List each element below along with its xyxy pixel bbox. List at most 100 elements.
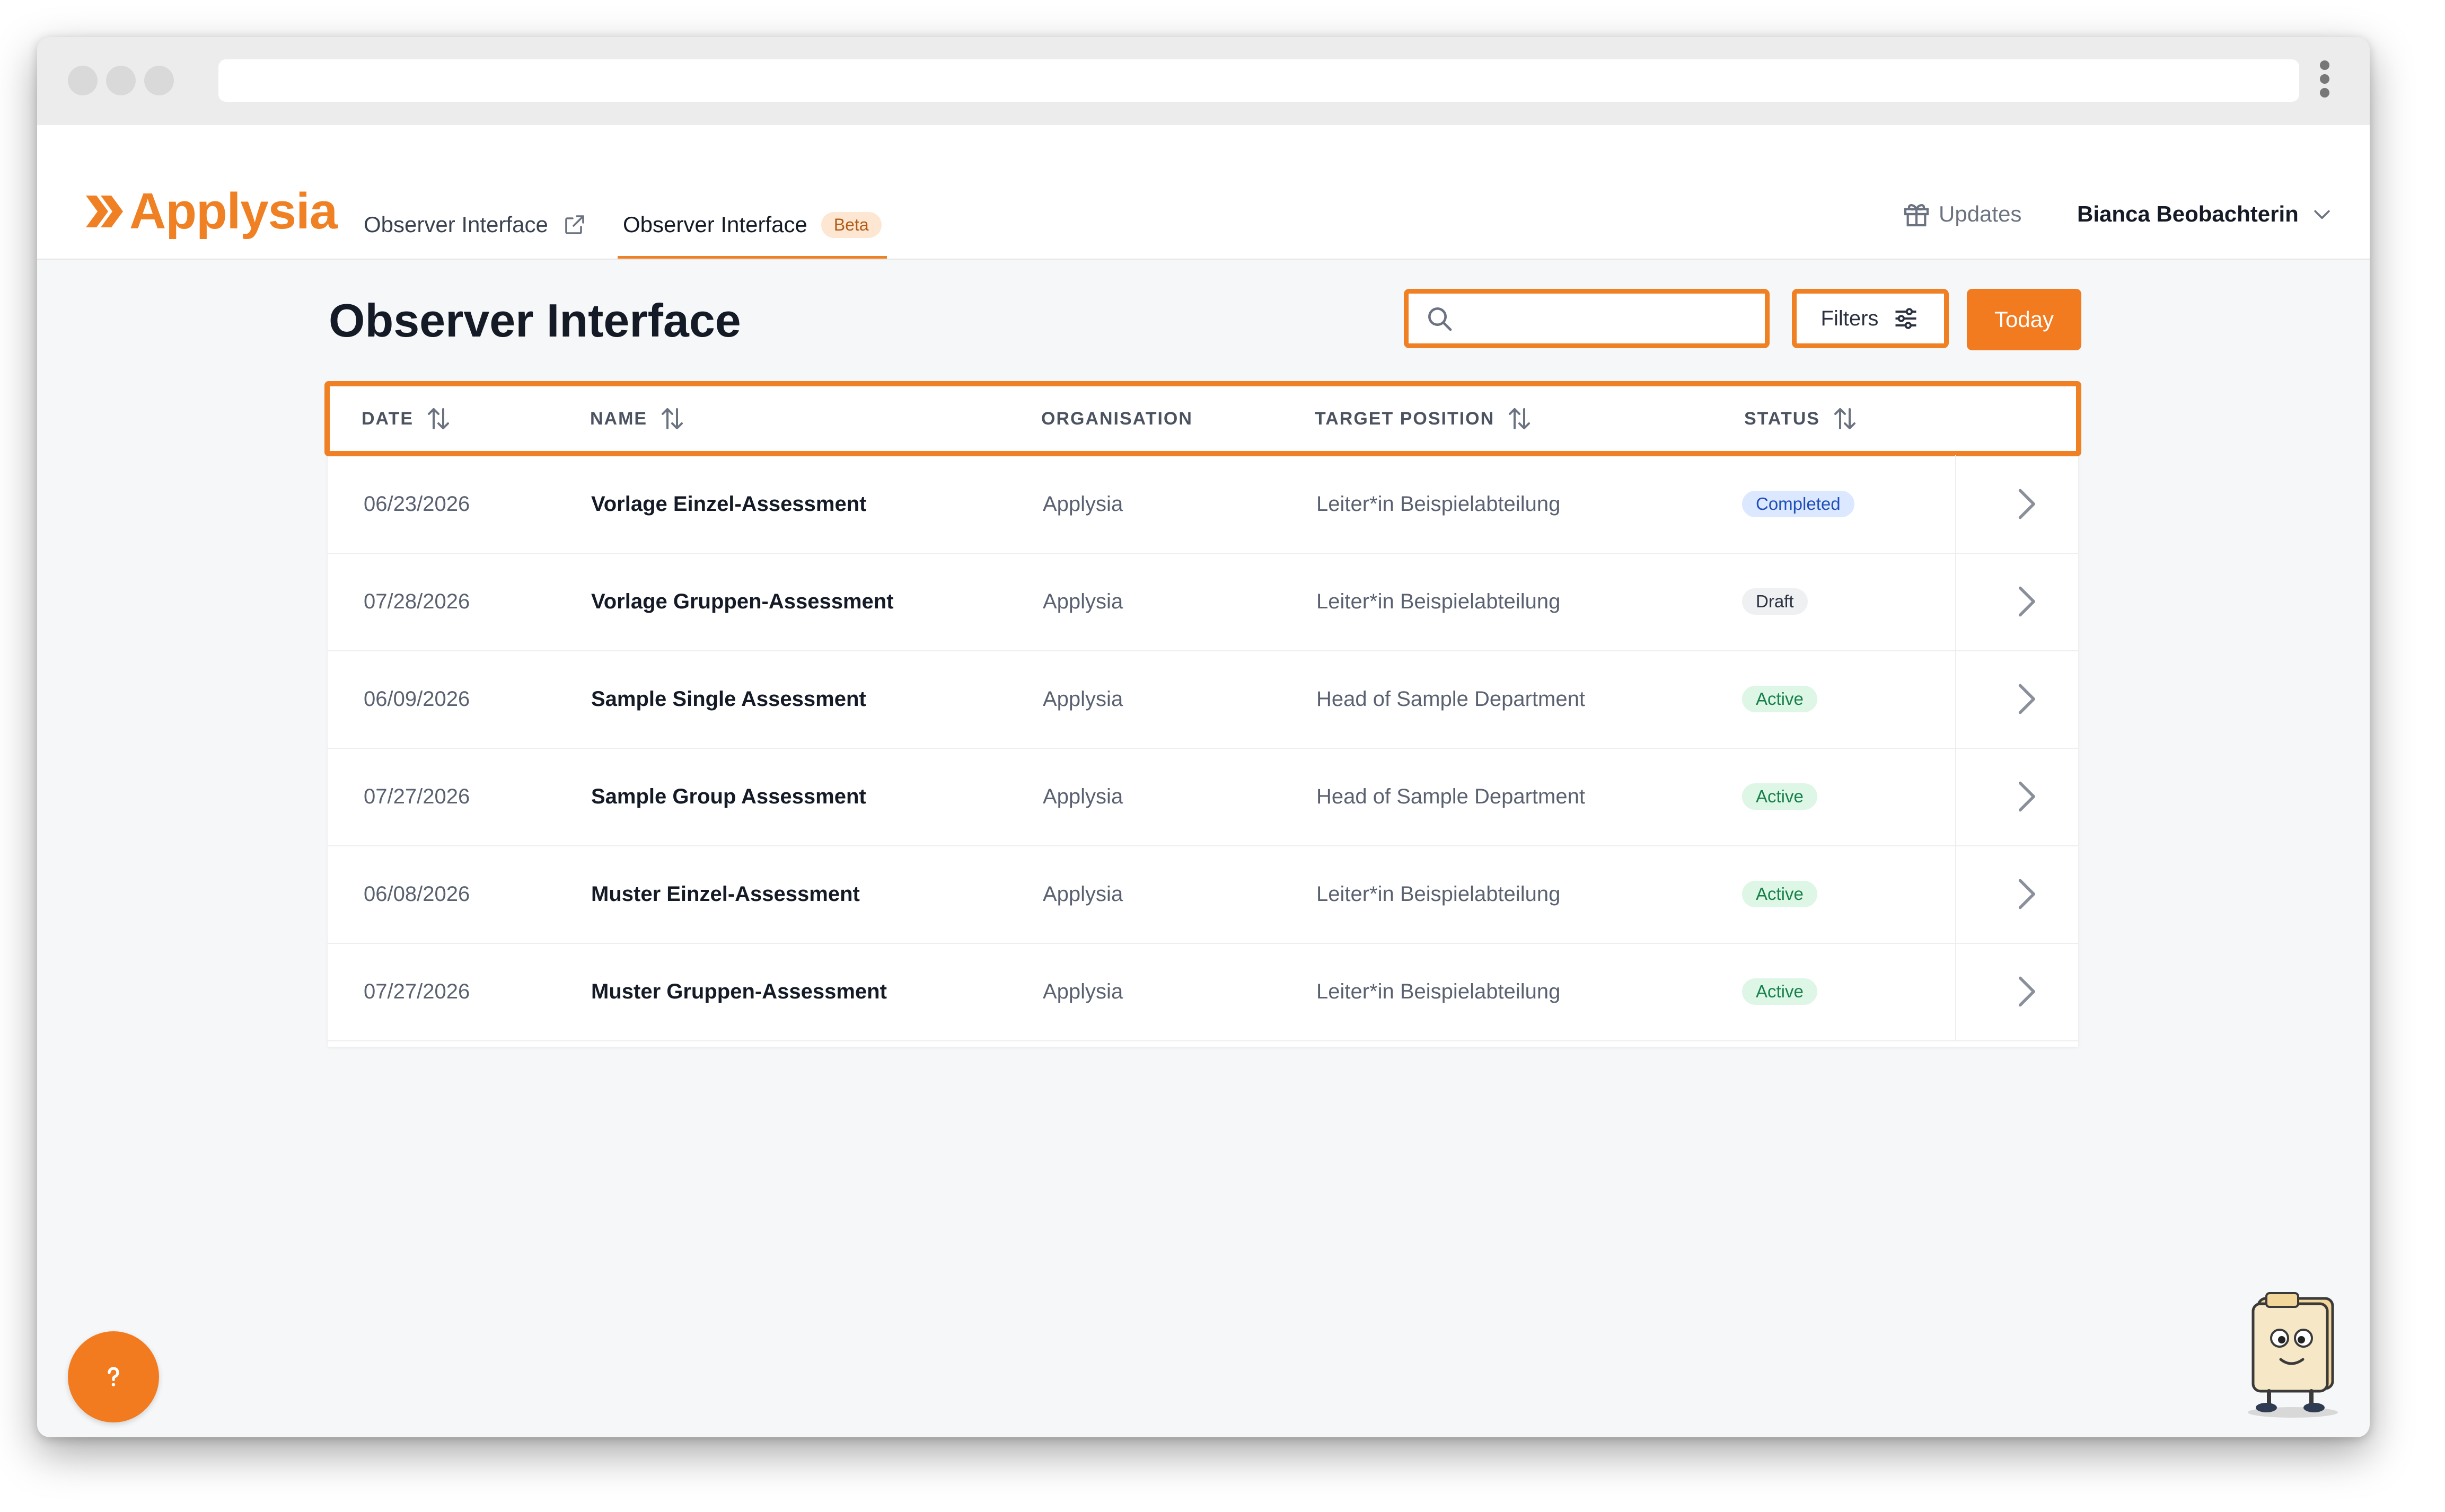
external-link-icon: [565, 215, 584, 234]
organisation-cell: Applysia: [1043, 882, 1123, 906]
browser-chrome: [37, 37, 2370, 126]
table-row[interactable]: 07/28/2026 Vorlage Gruppen-Assessment Ap…: [328, 553, 2078, 651]
column-label: TARGET POSITION: [1315, 408, 1495, 429]
beta-badge: Beta: [821, 211, 882, 238]
column-label: STATUS: [1744, 408, 1820, 429]
status-cell: Active: [1742, 943, 1817, 1040]
status-badge: Active: [1742, 978, 1817, 1005]
help-button[interactable]: [68, 1331, 159, 1422]
user-name: Bianca Beobachterin: [2077, 201, 2299, 226]
address-bar[interactable]: [218, 59, 2299, 102]
row-divider: [1955, 748, 1956, 845]
date-cell: 07/27/2026: [364, 979, 470, 1003]
chevron-right-icon[interactable]: [2008, 486, 2044, 522]
status-badge: Active: [1742, 783, 1817, 810]
name-cell: Sample Group Assessment: [591, 784, 866, 808]
status-cell: Active: [1742, 748, 1817, 845]
gift-icon: [1904, 204, 1929, 227]
logo-chevrons-icon: [86, 196, 123, 227]
chevron-right-icon[interactable]: [2008, 681, 2044, 717]
organisation-cell: Applysia: [1043, 687, 1123, 711]
updates-label: Updates: [1939, 201, 2022, 226]
organisation-cell: Applysia: [1043, 492, 1123, 516]
name-cell: Sample Single Assessment: [591, 687, 866, 711]
table-row[interactable]: 06/23/2026 Vorlage Einzel-Assessment App…: [328, 455, 2078, 554]
column-header-target-position[interactable]: TARGET POSITION: [1315, 386, 1534, 451]
sliders-icon: [1895, 308, 1916, 329]
chevron-right-icon[interactable]: [2008, 974, 2044, 1010]
status-cell: Active: [1742, 845, 1817, 943]
sort-icon[interactable]: [424, 404, 453, 433]
table-row[interactable]: 07/27/2026 Muster Gruppen-Assessment App…: [328, 943, 2078, 1041]
column-header-name[interactable]: NAME: [590, 386, 687, 451]
date-cell: 07/27/2026: [364, 784, 470, 808]
row-divider: [1955, 455, 1956, 553]
app-header: Applysia Observer Interface Observer Int…: [37, 125, 2370, 260]
date-cell: 06/23/2026: [364, 492, 470, 516]
filters-button[interactable]: Filters: [1792, 289, 1949, 348]
tab-observer-interface[interactable]: Observer Interface: [364, 191, 587, 259]
status-badge: Draft: [1742, 588, 1808, 615]
column-label: NAME: [590, 408, 648, 429]
row-divider: [1955, 845, 1956, 943]
target-position-cell: Leiter*in Beispielabteilung: [1316, 882, 1561, 906]
sort-icon[interactable]: [1505, 404, 1534, 433]
date-cell: 07/28/2026: [364, 589, 470, 613]
window-minimize-dot[interactable]: [106, 66, 136, 95]
table-row[interactable]: 06/08/2026 Muster Einzel-Assessment Appl…: [328, 845, 2078, 944]
chevron-right-icon[interactable]: [2008, 583, 2044, 620]
name-cell: Muster Gruppen-Assessment: [591, 979, 887, 1003]
column-label: DATE: [362, 408, 414, 429]
search-icon: [1428, 307, 1452, 331]
filters-label: Filters: [1820, 306, 1879, 330]
tab-observer-interface-beta[interactable]: Observer Interface Beta: [618, 191, 887, 259]
browser-window: Applysia Observer Interface Observer Int…: [37, 37, 2370, 1437]
target-position-cell: Leiter*in Beispielabteilung: [1316, 589, 1561, 613]
row-divider: [1955, 650, 1956, 748]
sort-icon[interactable]: [658, 404, 687, 433]
row-divider: [1955, 943, 1956, 1040]
search-box[interactable]: [1404, 289, 1770, 348]
search-input[interactable]: [1465, 306, 1764, 331]
organisation-cell: Applysia: [1043, 784, 1123, 808]
today-button[interactable]: Today: [1967, 289, 2081, 350]
name-cell: Vorlage Gruppen-Assessment: [591, 589, 894, 613]
status-cell: Draft: [1742, 553, 1808, 650]
target-position-cell: Head of Sample Department: [1316, 687, 1585, 711]
chevron-right-icon[interactable]: [2008, 779, 2044, 815]
logo-text: Applysia: [129, 183, 338, 240]
question-mark-icon: [108, 1367, 119, 1386]
name-cell: Vorlage Einzel-Assessment: [591, 492, 867, 516]
tab-label: Observer Interface: [623, 212, 807, 237]
window-close-dot[interactable]: [68, 66, 98, 95]
user-menu[interactable]: Bianca Beobachterin: [2077, 193, 2334, 235]
target-position-cell: Leiter*in Beispielabteilung: [1316, 979, 1561, 1003]
mascot-assistant-icon[interactable]: [2237, 1288, 2349, 1420]
chevron-down-icon: [2314, 210, 2330, 219]
table-header: DATE NAME ORGANISATION TARGET POSITION S…: [324, 381, 2081, 456]
browser-menu-icon[interactable]: [2317, 60, 2333, 103]
target-position-cell: Leiter*in Beispielabteilung: [1316, 492, 1561, 516]
status-badge: Active: [1742, 686, 1817, 712]
row-divider: [1955, 553, 1956, 650]
status-badge: Active: [1742, 881, 1817, 907]
status-cell: Completed: [1742, 455, 1854, 553]
table-row[interactable]: 06/09/2026 Sample Single Assessment Appl…: [328, 650, 2078, 749]
assessments-table: DATE NAME ORGANISATION TARGET POSITION S…: [324, 381, 2081, 1047]
column-header-status[interactable]: STATUS: [1744, 386, 1859, 451]
sort-icon[interactable]: [1831, 404, 1859, 433]
chevron-right-icon[interactable]: [2008, 876, 2044, 912]
target-position-cell: Head of Sample Department: [1316, 784, 1585, 808]
name-cell: Muster Einzel-Assessment: [591, 882, 860, 906]
tab-label: Observer Interface: [364, 212, 548, 237]
table-row[interactable]: 07/27/2026 Sample Group Assessment Apply…: [328, 748, 2078, 846]
date-cell: 06/08/2026: [364, 882, 470, 906]
column-label: ORGANISATION: [1041, 408, 1193, 429]
status-badge: Completed: [1742, 491, 1854, 517]
window-maximize-dot[interactable]: [144, 66, 174, 95]
column-header-date[interactable]: DATE: [362, 386, 453, 451]
column-header-organisation: ORGANISATION: [1041, 386, 1193, 451]
status-cell: Active: [1742, 650, 1817, 748]
updates-link[interactable]: Updates: [1902, 193, 2021, 235]
applysia-logo[interactable]: Applysia: [85, 182, 338, 241]
